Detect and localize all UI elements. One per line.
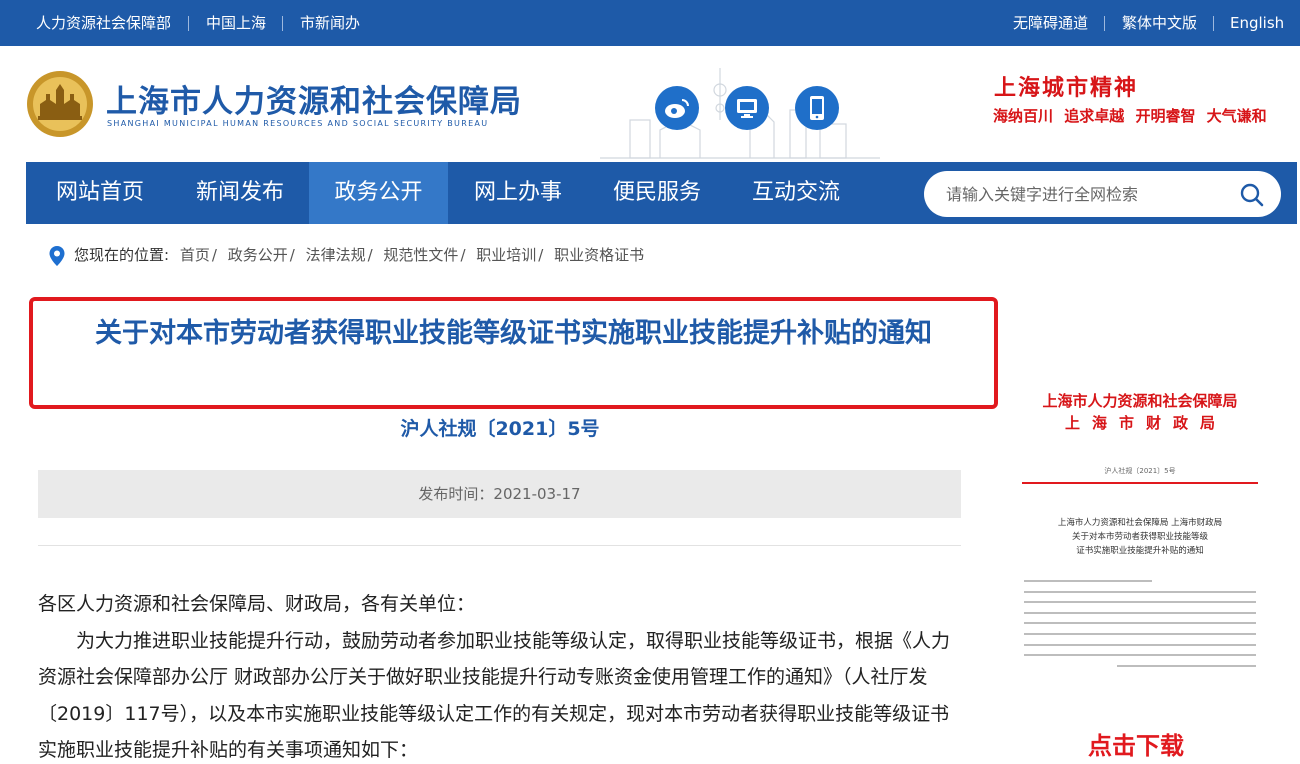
link-traditional-chinese[interactable]: 繁体中文版 bbox=[1122, 0, 1197, 46]
publish-time: 发布时间：2021-03-17 bbox=[38, 470, 961, 518]
breadcrumb-vocational-training[interactable]: 职业培训 bbox=[476, 246, 536, 264]
breadcrumb: 您现在的位置: 首页 / 政务公开 / 法律法规 / 规范性文件 / 职业培训 / 职业资… bbox=[48, 243, 644, 267]
search-icon[interactable] bbox=[1239, 182, 1265, 208]
link-news-office[interactable]: 市新闻办 bbox=[300, 0, 360, 46]
link-accessibility[interactable]: 无障碍通道 bbox=[1013, 0, 1088, 46]
doc-issuer-line2: 上海市财政局 bbox=[1064, 414, 1227, 432]
breadcrumb-laws[interactable]: 法律法规 bbox=[306, 246, 366, 264]
article-title: 关于对本市劳动者获得职业技能等级证书实施职业技能提升补贴的通知 bbox=[95, 318, 932, 349]
nav-convenience-services[interactable]: 便民服务 bbox=[587, 162, 727, 224]
divider bbox=[1104, 16, 1105, 31]
computer-icon bbox=[737, 99, 757, 118]
location-pin-icon bbox=[49, 245, 65, 266]
nav-government-affairs[interactable]: 政务公开 bbox=[309, 162, 448, 224]
doc-body-lines bbox=[1024, 580, 1256, 675]
nav-home[interactable]: 网站首页 bbox=[26, 162, 174, 224]
site-title-english: SHANGHAI MUNICIPAL HUMAN RESOURCES AND S… bbox=[107, 119, 489, 128]
divider bbox=[38, 545, 961, 546]
breadcrumb-normative-documents[interactable]: 规范性文件 bbox=[383, 246, 458, 264]
website-button[interactable] bbox=[725, 86, 769, 130]
bureau-emblem-icon[interactable] bbox=[26, 70, 94, 138]
doc-subject-line: 证书实施职业技能提升补贴的通知 bbox=[1076, 546, 1204, 556]
search-input[interactable] bbox=[946, 171, 1226, 217]
doc-issuer-line1: 上海市人力资源和社会保障局 bbox=[1042, 392, 1238, 410]
top-bar: 人力资源社会保障部 中国上海 市新闻办 无障碍通道 繁体中文版 English bbox=[0, 0, 1300, 46]
breadcrumb-label: 您现在的位置: bbox=[74, 246, 170, 264]
doc-thumb-number: 沪人社规〔2021〕5号 bbox=[1104, 467, 1176, 475]
nav-interaction[interactable]: 互动交流 bbox=[726, 162, 866, 224]
article-body: 各区人力资源和社会保障局、财政局，各有关单位： 为大力推进职业技能提升行动，鼓励… bbox=[38, 586, 963, 764]
nav-news[interactable]: 新闻发布 bbox=[170, 162, 310, 224]
weibo-icon bbox=[665, 99, 689, 118]
article-paragraph: 为大力推进职业技能提升行动，鼓励劳动者参加职业技能等级认定，取得职业技能等级证书… bbox=[38, 629, 951, 762]
breadcrumb-vocational-certificates[interactable]: 职业资格证书 bbox=[554, 246, 644, 264]
divider bbox=[282, 16, 283, 31]
document-thumbnail[interactable]: 上海市人力资源和社会保障局 上海市财政局 沪人社规〔2021〕5号 上海市人力资… bbox=[1020, 378, 1260, 708]
search-box bbox=[924, 171, 1281, 217]
breadcrumb-government-affairs[interactable]: 政务公开 bbox=[228, 246, 288, 264]
link-china-shanghai[interactable]: 中国上海 bbox=[206, 0, 266, 46]
doc-subject-line: 上海市人力资源和社会保障局 上海市财政局 bbox=[1057, 518, 1223, 528]
divider bbox=[188, 16, 189, 31]
nav-online-services[interactable]: 网上办事 bbox=[448, 162, 588, 224]
mobile-icon bbox=[810, 96, 824, 120]
city-spirit-words: 海纳百川 追求卓越 开明睿智 大气谦和 bbox=[993, 107, 1267, 125]
site-title[interactable]: 上海市人力资源和社会保障局 bbox=[106, 76, 522, 121]
doc-red-rule bbox=[1022, 482, 1258, 484]
divider bbox=[1213, 16, 1214, 31]
download-link[interactable]: 点击下载 bbox=[1088, 726, 1184, 761]
title-highlight-box: 关于对本市劳动者获得职业技能等级证书实施职业技能提升补贴的通知 bbox=[29, 297, 998, 409]
link-mohrss[interactable]: 人力资源社会保障部 bbox=[36, 0, 171, 46]
breadcrumb-home[interactable]: 首页 bbox=[180, 246, 210, 264]
city-spirit-title: 上海城市精神 bbox=[994, 75, 1139, 101]
article-salutation: 各区人力资源和社会保障局、财政局，各有关单位： bbox=[38, 593, 476, 615]
mobile-button[interactable] bbox=[795, 86, 839, 130]
doc-issuer: 上海市人力资源和社会保障局 上海市财政局 bbox=[1020, 390, 1260, 434]
link-english[interactable]: English bbox=[1230, 0, 1284, 46]
document-number: 沪人社规〔2021〕5号 bbox=[400, 418, 600, 440]
weibo-button[interactable] bbox=[655, 86, 699, 130]
doc-subject-line: 关于对本市劳动者获得职业技能等级 bbox=[1071, 532, 1208, 542]
doc-thumb-subject: 上海市人力资源和社会保障局 上海市财政局 关于对本市劳动者获得职业技能等级 证书… bbox=[1020, 516, 1260, 558]
